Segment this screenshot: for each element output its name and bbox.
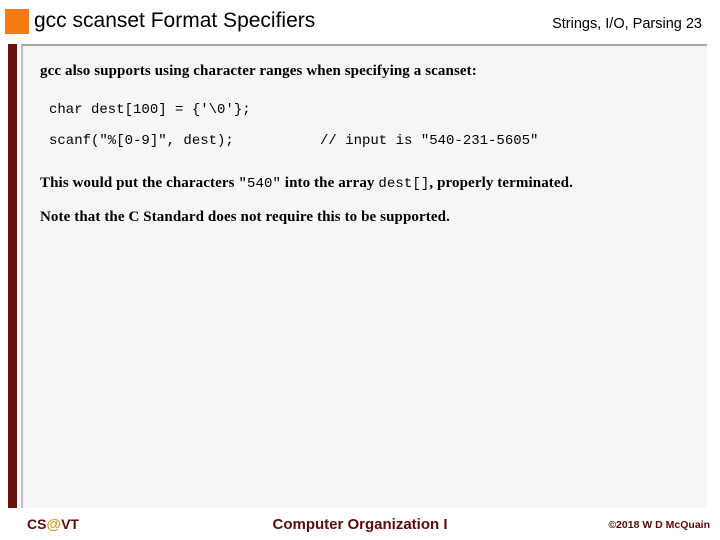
- copyright-notice: ©2018 W D McQuain: [608, 519, 710, 531]
- slide-header: gcc scanset Format Specifiers Strings, I…: [0, 0, 720, 42]
- code-line-scanf: scanf("%[0-9]", dest);: [49, 133, 234, 149]
- left-accent-bar: [8, 44, 17, 508]
- result-identifier-dest: dest[]: [378, 176, 430, 192]
- content-panel: gcc also supports using character ranges…: [21, 44, 707, 508]
- code-line-declaration: char dest[100] = {'\0'};: [49, 102, 251, 118]
- result-text-middle: into the array: [280, 175, 379, 191]
- result-paragraph: This would put the characters "540" into…: [40, 175, 573, 192]
- intro-paragraph: gcc also supports using character ranges…: [40, 63, 477, 79]
- result-literal-540: "540": [238, 176, 281, 192]
- header-section-label: Strings, I/O, Parsing 23: [552, 16, 702, 32]
- result-text-suffix: , properly terminated.: [429, 175, 573, 191]
- header-accent-square: [5, 9, 29, 34]
- note-paragraph: Note that the C Standard does not requir…: [40, 209, 450, 225]
- page-title: gcc scanset Format Specifiers: [34, 9, 316, 32]
- result-text-prefix: This would put the characters: [40, 175, 239, 191]
- slide-footer: CS@VT Computer Organization I ©2018 W D …: [0, 508, 720, 540]
- code-line-comment: // input is "540-231-5605": [320, 133, 539, 149]
